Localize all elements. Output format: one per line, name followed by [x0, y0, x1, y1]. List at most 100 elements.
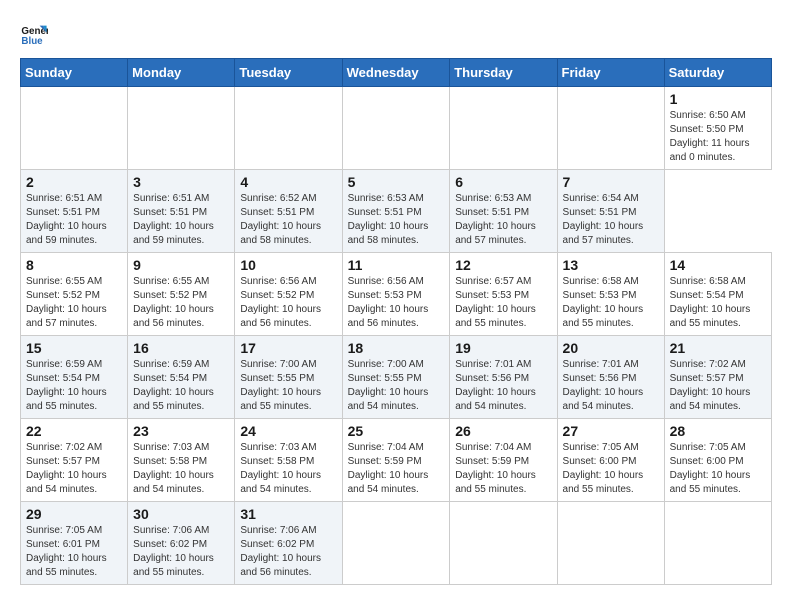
day-info: Sunrise: 7:01 AM Sunset: 5:56 PM Dayligh…: [563, 358, 659, 414]
day-cell-31: 31 Sunrise: 7:06 AM Sunset: 6:02 PM Dayl…: [235, 502, 342, 585]
day-number: 21: [670, 340, 766, 356]
day-info: Sunrise: 6:59 AM Sunset: 5:54 PM Dayligh…: [133, 358, 229, 414]
day-info: Sunrise: 7:01 AM Sunset: 5:56 PM Dayligh…: [455, 358, 551, 414]
day-cell-21: 21 Sunrise: 7:02 AM Sunset: 5:57 PM Dayl…: [664, 336, 771, 419]
day-info: Sunrise: 7:02 AM Sunset: 5:57 PM Dayligh…: [26, 441, 122, 497]
day-cell-2: 2 Sunrise: 6:51 AM Sunset: 5:51 PM Dayli…: [21, 170, 128, 253]
day-info: Sunrise: 6:53 AM Sunset: 5:51 PM Dayligh…: [348, 192, 445, 248]
day-cell-6: 6 Sunrise: 6:53 AM Sunset: 5:51 PM Dayli…: [450, 170, 557, 253]
day-number: 29: [26, 506, 122, 522]
week-row-4: 15 Sunrise: 6:59 AM Sunset: 5:54 PM Dayl…: [21, 336, 772, 419]
day-number: 8: [26, 257, 122, 273]
empty-cell: [557, 502, 664, 585]
day-cell-3: 3 Sunrise: 6:51 AM Sunset: 5:51 PM Dayli…: [128, 170, 235, 253]
day-info: Sunrise: 7:05 AM Sunset: 6:01 PM Dayligh…: [26, 524, 122, 580]
day-cell-8: 8 Sunrise: 6:55 AM Sunset: 5:52 PM Dayli…: [21, 253, 128, 336]
day-info: Sunrise: 7:00 AM Sunset: 5:55 PM Dayligh…: [348, 358, 445, 414]
empty-cell: [21, 87, 128, 170]
day-number: 12: [455, 257, 551, 273]
empty-cell: [664, 502, 771, 585]
day-info: Sunrise: 7:03 AM Sunset: 5:58 PM Dayligh…: [133, 441, 229, 497]
calendar-header-row: SundayMondayTuesdayWednesdayThursdayFrid…: [21, 59, 772, 87]
day-info: Sunrise: 6:55 AM Sunset: 5:52 PM Dayligh…: [26, 275, 122, 331]
day-number: 24: [240, 423, 336, 439]
empty-cell: [342, 87, 450, 170]
day-header-monday: Monday: [128, 59, 235, 87]
day-info: Sunrise: 6:58 AM Sunset: 5:53 PM Dayligh…: [563, 275, 659, 331]
day-info: Sunrise: 6:55 AM Sunset: 5:52 PM Dayligh…: [133, 275, 229, 331]
week-row-5: 22 Sunrise: 7:02 AM Sunset: 5:57 PM Dayl…: [21, 419, 772, 502]
day-number: 23: [133, 423, 229, 439]
day-number: 4: [240, 174, 336, 190]
svg-text:Blue: Blue: [21, 36, 43, 47]
day-number: 5: [348, 174, 445, 190]
day-number: 7: [563, 174, 659, 190]
day-cell-7: 7 Sunrise: 6:54 AM Sunset: 5:51 PM Dayli…: [557, 170, 664, 253]
day-info: Sunrise: 7:04 AM Sunset: 5:59 PM Dayligh…: [455, 441, 551, 497]
day-info: Sunrise: 7:06 AM Sunset: 6:02 PM Dayligh…: [240, 524, 336, 580]
day-cell-17: 17 Sunrise: 7:00 AM Sunset: 5:55 PM Dayl…: [235, 336, 342, 419]
day-cell-23: 23 Sunrise: 7:03 AM Sunset: 5:58 PM Dayl…: [128, 419, 235, 502]
day-number: 15: [26, 340, 122, 356]
empty-cell: [235, 87, 342, 170]
header: General Blue: [20, 20, 772, 48]
day-number: 25: [348, 423, 445, 439]
day-cell-10: 10 Sunrise: 6:56 AM Sunset: 5:52 PM Dayl…: [235, 253, 342, 336]
day-number: 11: [348, 257, 445, 273]
week-row-6: 29 Sunrise: 7:05 AM Sunset: 6:01 PM Dayl…: [21, 502, 772, 585]
day-cell-29: 29 Sunrise: 7:05 AM Sunset: 6:01 PM Dayl…: [21, 502, 128, 585]
day-number: 13: [563, 257, 659, 273]
day-number: 17: [240, 340, 336, 356]
day-cell-16: 16 Sunrise: 6:59 AM Sunset: 5:54 PM Dayl…: [128, 336, 235, 419]
week-row-1: 1 Sunrise: 6:50 AM Sunset: 5:50 PM Dayli…: [21, 87, 772, 170]
day-number: 14: [670, 257, 766, 273]
empty-cell: [342, 502, 450, 585]
day-info: Sunrise: 6:51 AM Sunset: 5:51 PM Dayligh…: [26, 192, 122, 248]
day-header-sunday: Sunday: [21, 59, 128, 87]
empty-cell: [450, 87, 557, 170]
calendar: SundayMondayTuesdayWednesdayThursdayFrid…: [20, 58, 772, 585]
day-cell-25: 25 Sunrise: 7:04 AM Sunset: 5:59 PM Dayl…: [342, 419, 450, 502]
day-number: 20: [563, 340, 659, 356]
logo-icon: General Blue: [20, 20, 48, 48]
day-info: Sunrise: 6:53 AM Sunset: 5:51 PM Dayligh…: [455, 192, 551, 248]
day-header-friday: Friday: [557, 59, 664, 87]
week-row-3: 8 Sunrise: 6:55 AM Sunset: 5:52 PM Dayli…: [21, 253, 772, 336]
day-header-saturday: Saturday: [664, 59, 771, 87]
day-cell-28: 28 Sunrise: 7:05 AM Sunset: 6:00 PM Dayl…: [664, 419, 771, 502]
day-cell-30: 30 Sunrise: 7:06 AM Sunset: 6:02 PM Dayl…: [128, 502, 235, 585]
day-cell-11: 11 Sunrise: 6:56 AM Sunset: 5:53 PM Dayl…: [342, 253, 450, 336]
empty-cell: [557, 87, 664, 170]
day-number: 28: [670, 423, 766, 439]
day-info: Sunrise: 7:02 AM Sunset: 5:57 PM Dayligh…: [670, 358, 766, 414]
day-header-wednesday: Wednesday: [342, 59, 450, 87]
day-number: 3: [133, 174, 229, 190]
day-cell-19: 19 Sunrise: 7:01 AM Sunset: 5:56 PM Dayl…: [450, 336, 557, 419]
day-number: 2: [26, 174, 122, 190]
empty-cell: [128, 87, 235, 170]
day-info: Sunrise: 6:54 AM Sunset: 5:51 PM Dayligh…: [563, 192, 659, 248]
day-info: Sunrise: 6:59 AM Sunset: 5:54 PM Dayligh…: [26, 358, 122, 414]
day-number: 10: [240, 257, 336, 273]
day-number: 30: [133, 506, 229, 522]
day-header-thursday: Thursday: [450, 59, 557, 87]
day-info: Sunrise: 6:57 AM Sunset: 5:53 PM Dayligh…: [455, 275, 551, 331]
day-cell-13: 13 Sunrise: 6:58 AM Sunset: 5:53 PM Dayl…: [557, 253, 664, 336]
day-number: 1: [670, 91, 766, 107]
day-number: 6: [455, 174, 551, 190]
day-cell-20: 20 Sunrise: 7:01 AM Sunset: 5:56 PM Dayl…: [557, 336, 664, 419]
day-number: 18: [348, 340, 445, 356]
day-info: Sunrise: 6:56 AM Sunset: 5:53 PM Dayligh…: [348, 275, 445, 331]
day-info: Sunrise: 6:51 AM Sunset: 5:51 PM Dayligh…: [133, 192, 229, 248]
day-info: Sunrise: 7:05 AM Sunset: 6:00 PM Dayligh…: [670, 441, 766, 497]
day-number: 9: [133, 257, 229, 273]
logo: General Blue: [20, 20, 52, 48]
day-info: Sunrise: 7:00 AM Sunset: 5:55 PM Dayligh…: [240, 358, 336, 414]
week-row-2: 2 Sunrise: 6:51 AM Sunset: 5:51 PM Dayli…: [21, 170, 772, 253]
day-cell-5: 5 Sunrise: 6:53 AM Sunset: 5:51 PM Dayli…: [342, 170, 450, 253]
day-cell-12: 12 Sunrise: 6:57 AM Sunset: 5:53 PM Dayl…: [450, 253, 557, 336]
day-info: Sunrise: 7:04 AM Sunset: 5:59 PM Dayligh…: [348, 441, 445, 497]
day-cell-18: 18 Sunrise: 7:00 AM Sunset: 5:55 PM Dayl…: [342, 336, 450, 419]
day-info: Sunrise: 6:50 AM Sunset: 5:50 PM Dayligh…: [670, 109, 766, 165]
day-cell-24: 24 Sunrise: 7:03 AM Sunset: 5:58 PM Dayl…: [235, 419, 342, 502]
